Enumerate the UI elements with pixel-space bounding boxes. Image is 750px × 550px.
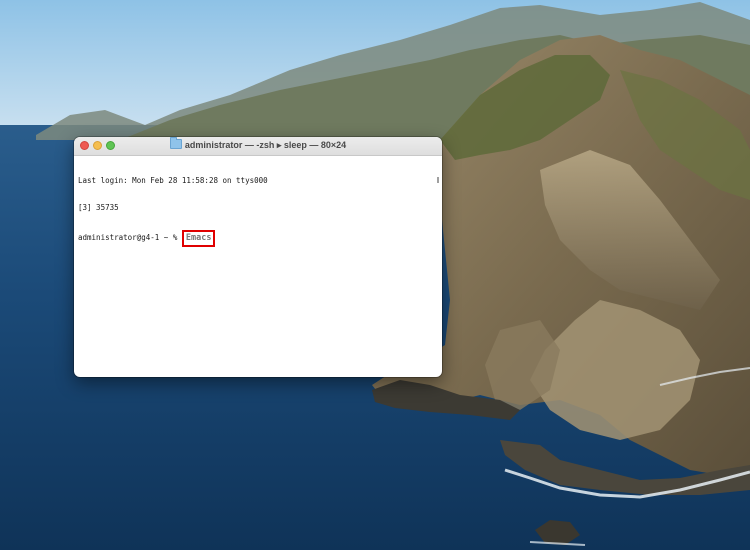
terminal-line-job: [3] 35735 (78, 203, 119, 212)
folder-icon (169, 137, 182, 149)
terminal-output[interactable]: Last login: Mon Feb 28 11:58:28 on ttys0… (74, 156, 442, 259)
terminal-line-login: Last login: Mon Feb 28 11:58:28 on ttys0… (78, 176, 268, 185)
desktop: administrator — -zsh ▸ sleep — 80×24 Las… (0, 0, 750, 550)
typed-command-highlight: Emacs (181, 230, 216, 247)
window-title: administrator — -zsh ▸ sleep — 80×24 (184, 140, 347, 150)
terminal-window[interactable]: administrator — -zsh ▸ sleep — 80×24 Las… (74, 137, 442, 377)
terminal-prompt: administrator@g4-1 ~ % (78, 233, 182, 242)
scrollbar-indicator[interactable] (437, 177, 439, 183)
terminal-prompt-line[interactable]: administrator@g4-1 ~ % Emacs (78, 230, 438, 247)
window-titlebar[interactable]: administrator — -zsh ▸ sleep — 80×24 (74, 137, 442, 156)
window-title-group: administrator — -zsh ▸ sleep — 80×24 (74, 137, 442, 151)
